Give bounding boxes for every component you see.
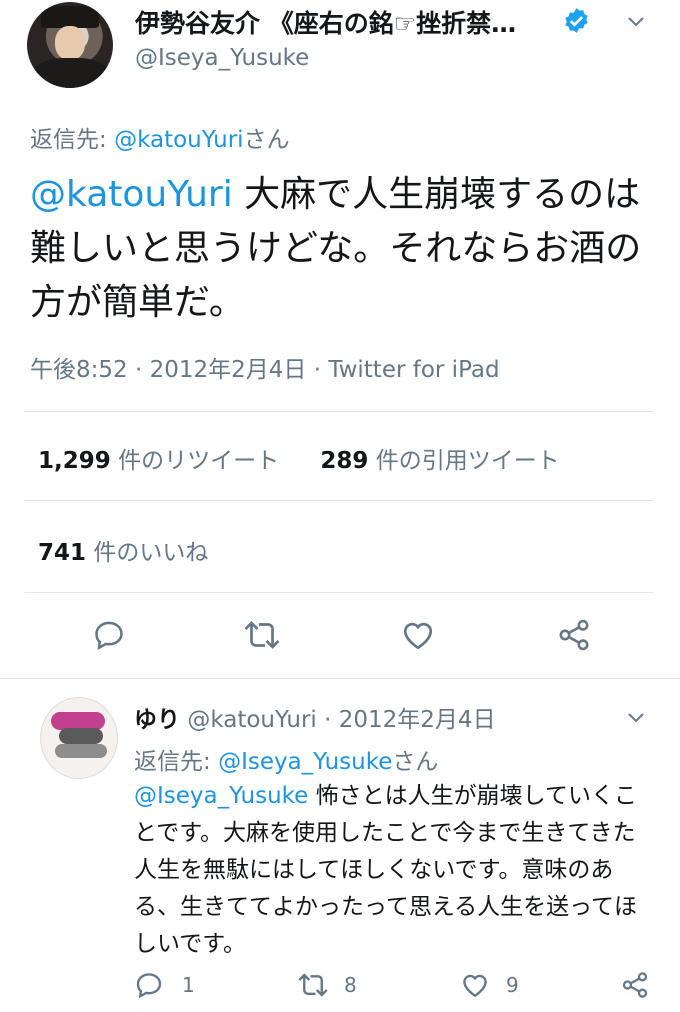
chevron-down-icon[interactable]: [624, 706, 648, 730]
quotes-stat[interactable]: 289 件の引用ツイート: [320, 448, 559, 474]
reply-date[interactable]: 2012年2月4日: [339, 707, 496, 733]
verified-badge-icon: [565, 8, 588, 33]
chevron-down-icon[interactable]: [624, 10, 648, 34]
reply-body: 怖さとは人生が崩壊していくことです。大麻を使用したことで今まで生きてきた人生を無…: [134, 783, 638, 957]
reply-to-suffix: さん: [392, 749, 439, 775]
reply-to-link[interactable]: @katouYuri: [114, 127, 244, 153]
tweet-mention[interactable]: @katouYuri: [30, 174, 233, 215]
divider: [24, 411, 654, 412]
likes-label: 件のいいね: [86, 540, 209, 566]
reply-text: @Iseya_Yusuke 怖さとは人生が崩壊していくことです。大麻を使用したこ…: [134, 778, 654, 963]
divider: [24, 500, 654, 501]
like-count: 9: [506, 973, 519, 997]
like-icon[interactable]: [460, 970, 490, 1000]
tweet-text: @katouYuri 大麻で人生崩壊するのは難しいと思うけどな。それならお酒の方…: [30, 168, 660, 330]
divider: [0, 678, 680, 679]
reply-author-name[interactable]: ゆり: [134, 707, 180, 733]
reply-to-line: 返信先: @Iseya_Yusukeさん: [134, 742, 438, 776]
retweet-icon[interactable]: [296, 970, 330, 1000]
retweets-label: 件のリツイート: [110, 448, 280, 474]
author-avatar[interactable]: [27, 2, 113, 88]
reply-count: 1: [182, 973, 195, 997]
reply-icon[interactable]: [92, 618, 126, 652]
like-icon[interactable]: [400, 617, 436, 653]
quotes-label: 件の引用ツイート: [368, 448, 560, 474]
tweet-stats-row: 1,299 件のリツイート 289 件の引用ツイート: [38, 441, 560, 475]
reply-mention[interactable]: @Iseya_Yusuke: [134, 783, 308, 809]
reply-author-handle[interactable]: @katouYuri: [187, 707, 317, 733]
reply-to-line: 返信先: @katouYuriさん: [30, 120, 290, 154]
tweet-meta: 午後8:52 · 2012年2月4日 · Twitter for iPad: [30, 357, 500, 383]
reply-header: ゆり @katouYuri · 2012年2月4日: [134, 707, 496, 733]
retweets-stat[interactable]: 1,299 件のリツイート: [38, 448, 279, 474]
tweet-time[interactable]: 午後8:52: [30, 357, 128, 383]
tweet-source[interactable]: Twitter for iPad: [328, 357, 499, 383]
author-display-name[interactable]: 伊勢谷友介 《座右の銘☞挫折禁…: [135, 4, 516, 40]
retweet-icon[interactable]: [242, 617, 282, 653]
retweets-count: 1,299: [38, 448, 111, 474]
author-handle[interactable]: @Iseya_Yusuke: [135, 45, 309, 71]
reply-to-link[interactable]: @Iseya_Yusuke: [218, 749, 392, 775]
reply-author-avatar[interactable]: [40, 697, 118, 779]
share-icon[interactable]: [556, 617, 592, 653]
reply-to-prefix: 返信先:: [134, 749, 219, 775]
divider: [24, 592, 654, 593]
likes-stat[interactable]: 741 件のいいね: [38, 533, 208, 567]
likes-count: 741: [38, 540, 87, 566]
reply-to-suffix: さん: [243, 127, 290, 153]
reply-icon[interactable]: [134, 970, 164, 1000]
quotes-count: 289: [320, 448, 369, 474]
retweet-count: 8: [344, 973, 357, 997]
share-icon[interactable]: [620, 970, 650, 1000]
reply-to-prefix: 返信先:: [30, 127, 115, 153]
tweet-date[interactable]: 2012年2月4日: [150, 357, 307, 383]
